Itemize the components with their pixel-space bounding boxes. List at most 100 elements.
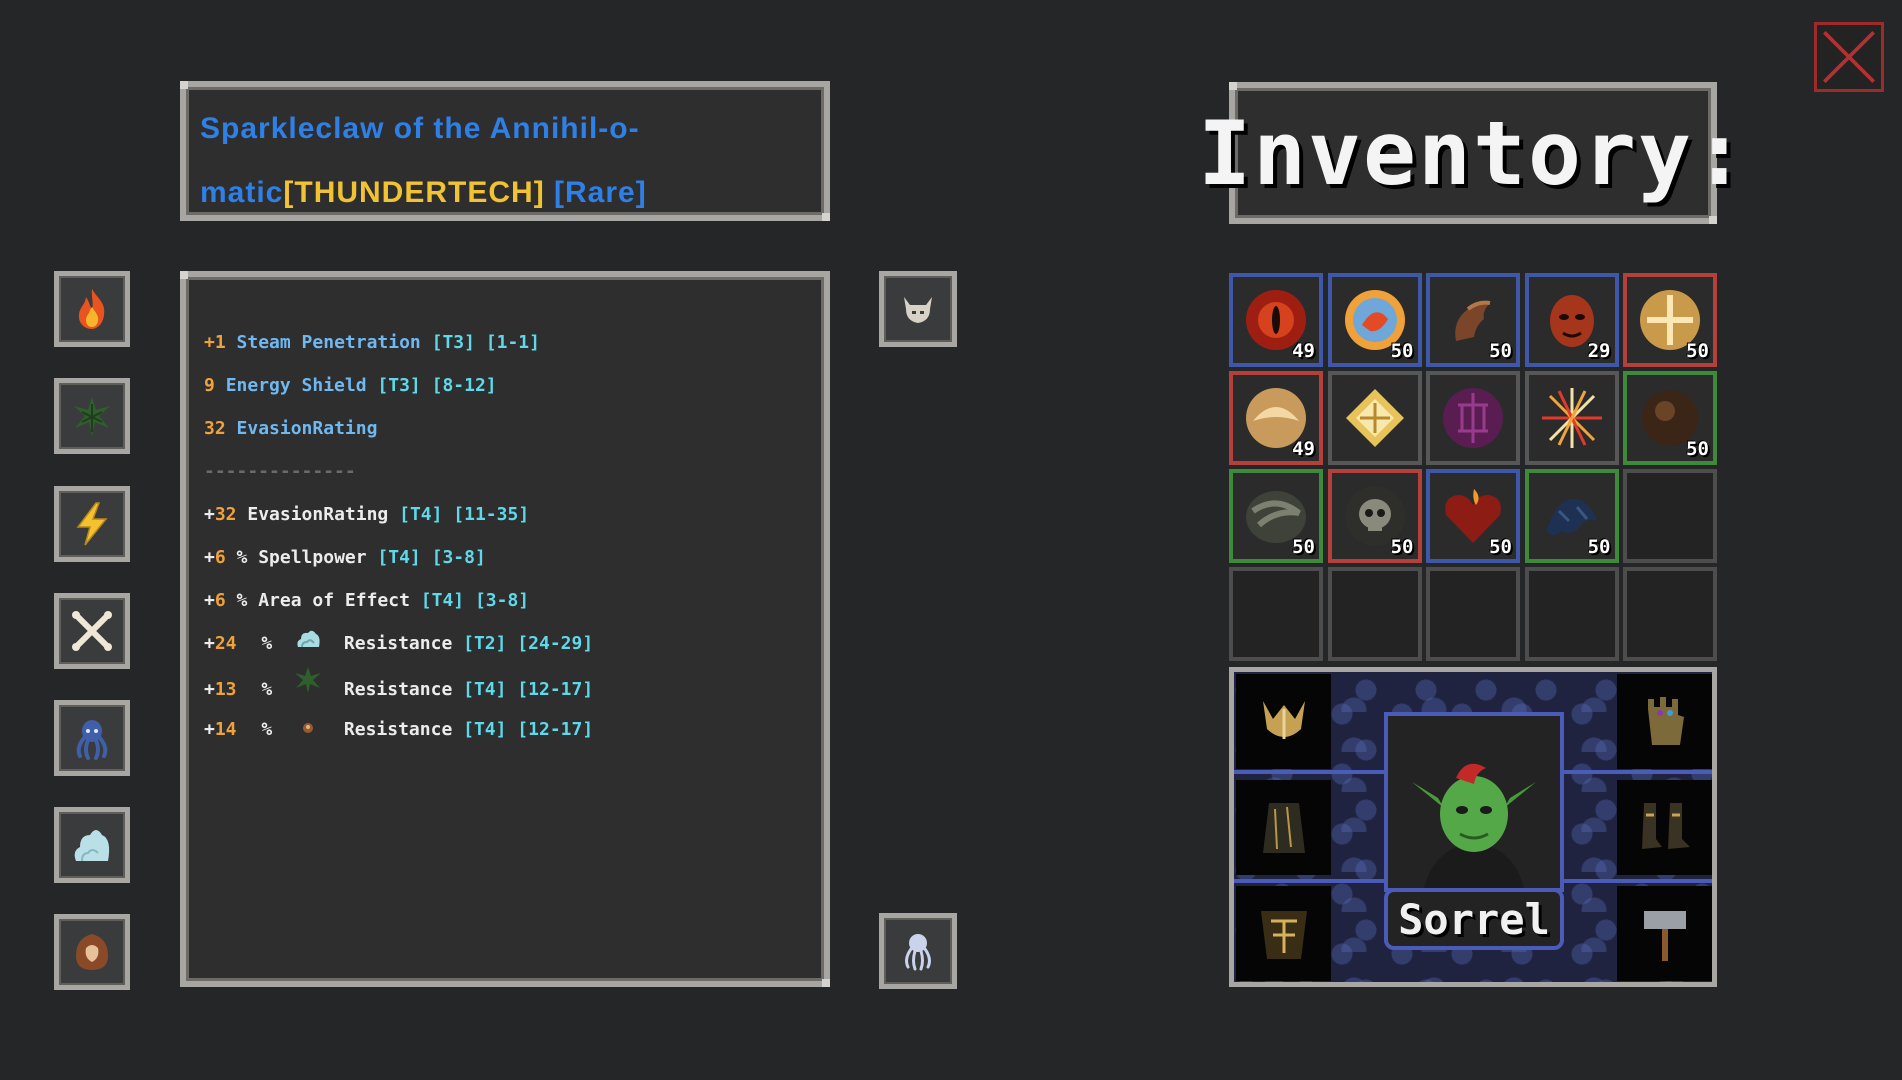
character-equipment-panel: Sorrel [1229,667,1717,987]
inventory-slot[interactable]: 29 [1524,273,1619,367]
stat-value: 9 [204,375,215,396]
inventory-slot[interactable]: 49 [1229,273,1323,367]
inventory-slot[interactable]: 50 [1426,469,1520,563]
inventory-slot-empty[interactable] [1623,469,1717,563]
inventory-slot[interactable]: 50 [1426,273,1520,367]
item-quantity: 50 [1390,340,1414,362]
affix-plus: + [204,547,215,568]
res-name: Resistance [343,719,453,740]
fire-element-button[interactable] [54,271,130,347]
ice-element-button[interactable] [54,807,130,883]
poison-element-button[interactable] [54,378,130,454]
equip-slot-weapon[interactable] [1617,886,1712,981]
hammer-icon [1643,910,1686,961]
item-title-line-2: matic[THUNDERTECH] [Rare] [200,161,810,225]
equip-slot-armor[interactable] [1236,886,1331,981]
close-button[interactable] [1814,22,1884,92]
nut-element-button[interactable] [54,914,130,990]
item-quantity: 49 [1292,340,1315,362]
item-quantity: 50 [1292,536,1315,558]
inventory-slot[interactable] [1327,371,1422,465]
octopus-element-button[interactable] [54,700,130,776]
close-icon [1823,31,1875,83]
affix-tier: [T4] [11-35] [399,504,530,525]
resistance-line: +14 % Resistance [T4] [12-17] [204,708,812,751]
affix-name: EvasionRating [247,504,389,525]
inventory-slot-empty[interactable] [1229,567,1323,661]
item-brand: [THUNDERTECH] [283,176,545,209]
armor-icon [1260,910,1307,959]
inventory-slot-empty[interactable] [1623,567,1717,661]
inventory-title: Inventory: [1198,101,1748,205]
nut-icon [293,708,323,751]
equip-slot-cloak[interactable] [1236,780,1331,875]
stat-tier: [T3] [1-1] [431,332,540,353]
stat-separator: -------------- [204,461,356,482]
item-quantity: 50 [1686,340,1709,362]
affix-tier: [T4] [3-8] [377,547,486,568]
affix-line: +6 % Area of Effect [T4] [3-8] [204,579,812,622]
res-value: 13 [214,679,237,700]
ice-cloud-icon [74,830,110,862]
item-title-line-1: Sparkleclaw of the Annihil-o- [200,97,810,161]
item-name-part2: matic [200,176,284,209]
cloak-icon [1262,802,1305,853]
affix-tier: [T4] [3-8] [420,590,530,611]
affix-line: +32 EvasionRating [T4] [11-35] [204,493,812,536]
poison-leaf-icon [74,397,110,436]
resistance-line: +13 % Resistance [T4] [12-17] [204,665,812,708]
inventory-slot-empty[interactable] [1327,567,1422,661]
stat-name: Energy Shield [225,375,367,396]
inventory-slot[interactable]: 50 [1524,469,1619,563]
res-name: Resistance [343,679,453,700]
character-portrait [1384,712,1564,892]
res-tier: [T4] [12-17] [463,719,594,740]
inventory-slot[interactable]: 49 [1229,371,1323,465]
stat-name: EvasionRating [236,418,378,439]
res-pct: % [261,719,273,740]
tentacle-slot-button[interactable] [879,913,957,989]
item-rarity: [Rare] [554,176,647,209]
bone-element-button[interactable] [54,593,130,669]
crown-helmet-icon [1262,700,1305,739]
lightning-element-button[interactable] [54,486,130,562]
equip-slot-gloves[interactable] [1617,674,1712,769]
boots-icon [1641,802,1690,849]
equip-slot-boots[interactable] [1617,780,1712,875]
res-pct: % [261,679,273,700]
stat-name: Steam Penetration [236,332,421,353]
item-quantity: 49 [1292,438,1315,460]
inventory-slot[interactable]: 50 [1327,469,1422,563]
ice-cloud-icon [293,622,323,665]
inventory-slot[interactable]: 50 [1327,273,1422,367]
item-quantity: 50 [1686,438,1709,460]
stat-tier: [T3] [8-12] [377,375,497,396]
inventory-slot-empty[interactable] [1524,567,1619,661]
item-quantity: 50 [1587,536,1611,558]
inventory-slot-empty[interactable] [1426,567,1520,661]
inventory-slot[interactable]: 50 [1623,273,1717,367]
helmet-slot-button[interactable] [879,271,957,347]
res-tier: [T4] [12-17] [463,679,594,700]
tentacle-slot-icon [905,934,931,971]
res-plus: + [204,679,215,700]
res-name: Resistance [343,633,453,654]
helmet-slot-icon [904,297,932,323]
fire-icon [78,289,105,329]
crossed-bones-icon [72,611,112,651]
equip-slot-helmet[interactable] [1236,674,1331,769]
inventory-slot[interactable]: 50 [1229,469,1323,563]
res-value: 14 [214,719,237,740]
stat-value: +1 [204,332,226,353]
stat-line: 32 EvasionRating [204,407,812,450]
stat-value: 32 [204,418,226,439]
inventory-slot[interactable] [1524,371,1619,465]
item-quantity: 29 [1587,340,1611,362]
inventory-slot[interactable] [1426,371,1520,465]
item-name-part1: Sparkleclaw of the Annihil-o- [200,112,640,145]
item-quantity: 50 [1390,536,1414,558]
character-name-plate: Sorrel [1384,888,1564,950]
inventory-slot[interactable]: 50 [1623,371,1717,465]
inventory-grid: 49 50 50 29 50 49 50 50 50 50 50 [1229,273,1717,663]
item-quantity: 50 [1489,536,1512,558]
